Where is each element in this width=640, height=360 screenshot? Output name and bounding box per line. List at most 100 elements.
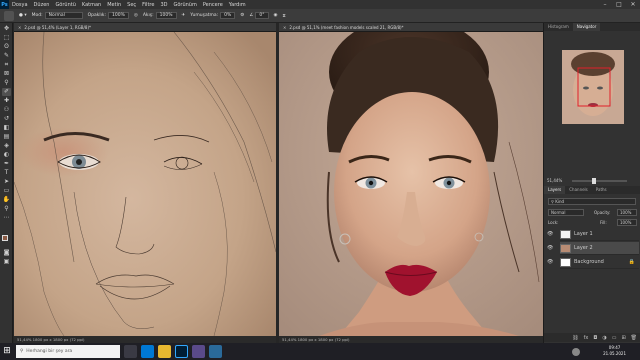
menu-file[interactable]: Dosya bbox=[12, 2, 28, 8]
more-tools-icon[interactable]: ⋯ bbox=[2, 214, 11, 222]
quick-select-tool-icon[interactable]: ✎ bbox=[2, 52, 11, 60]
layer-filter[interactable]: ⚲ Kind bbox=[548, 198, 636, 205]
screen-mode-icon[interactable]: ▣ bbox=[2, 258, 11, 266]
link-layers-icon[interactable]: ⛓ bbox=[572, 335, 578, 341]
hand-tool-icon[interactable]: ✋ bbox=[2, 196, 11, 204]
delete-layer-icon[interactable]: 🗑 bbox=[631, 335, 637, 341]
menu-help[interactable]: Yardım bbox=[229, 2, 246, 8]
eyedropper-tool-icon[interactable]: ⚲ bbox=[2, 79, 11, 87]
file-explorer-icon[interactable] bbox=[158, 345, 171, 358]
photoshop-taskbar-icon[interactable] bbox=[175, 345, 188, 358]
app-icon[interactable] bbox=[192, 345, 205, 358]
visibility-eye-icon[interactable]: 👁 bbox=[547, 242, 555, 255]
frame-tool-icon[interactable]: ⊠ bbox=[2, 70, 11, 78]
navigator-tabs: Histogram Navigator bbox=[544, 23, 640, 31]
new-group-icon[interactable]: ▭ bbox=[612, 335, 617, 341]
zoom-slider[interactable] bbox=[572, 178, 627, 184]
menu-layer[interactable]: Katman bbox=[82, 2, 101, 8]
visibility-eye-icon[interactable]: 👁 bbox=[547, 228, 555, 241]
maximize-icon[interactable]: □ bbox=[612, 0, 626, 9]
add-mask-icon[interactable]: ◘ bbox=[593, 335, 597, 341]
pen-tool-icon[interactable]: ✒ bbox=[2, 160, 11, 168]
document-tab-sketch[interactable]: ✕ 2.psd @ 51,4% (Layer 1, RGB/8)* bbox=[14, 23, 276, 32]
taskbar-clock[interactable]: 09:47 21.05.2021 bbox=[603, 345, 626, 357]
tab-layers[interactable]: Layers bbox=[544, 186, 566, 194]
brush-tool-preset-icon[interactable] bbox=[4, 10, 14, 21]
zoom-percentage[interactable]: 51,44% bbox=[547, 178, 562, 183]
airbrush-icon[interactable]: ✈ bbox=[182, 13, 186, 18]
foreground-color-swatch[interactable] bbox=[2, 235, 8, 241]
menu-image[interactable]: Görüntü bbox=[55, 2, 75, 8]
brush-tool-icon[interactable]: ✐ bbox=[2, 88, 11, 96]
visibility-eye-icon[interactable]: 👁 bbox=[547, 256, 555, 269]
menu-type[interactable]: Metin bbox=[107, 2, 121, 8]
menu-3d[interactable]: 3D bbox=[160, 2, 167, 8]
search-icon: ⚲ bbox=[20, 349, 24, 354]
pressure-opacity-icon[interactable]: ◎ bbox=[134, 13, 138, 18]
opacity-input[interactable]: 100% bbox=[108, 12, 129, 19]
menu-window[interactable]: Pencere bbox=[203, 2, 223, 8]
adjustment-layer-icon[interactable]: ◑ bbox=[602, 335, 606, 341]
pressure-size-icon[interactable]: ◉ bbox=[274, 13, 278, 18]
fill-input[interactable]: 100% bbox=[617, 219, 637, 226]
gradient-tool-icon[interactable]: ▤ bbox=[2, 133, 11, 141]
close-tab-icon[interactable]: ✕ bbox=[283, 25, 286, 30]
dodge-tool-icon[interactable]: ◐ bbox=[2, 151, 11, 159]
layer-row[interactable]: Layer 2 bbox=[560, 242, 639, 255]
angle-input[interactable]: 0° bbox=[255, 12, 269, 19]
symmetry-icon[interactable]: ⧖ bbox=[282, 13, 285, 19]
status-bar-sketch: 51,44% 1800 px x 1800 px (72 ppi) bbox=[14, 336, 276, 343]
rectangle-tool-icon[interactable]: ▭ bbox=[2, 187, 11, 195]
edge-browser-icon[interactable] bbox=[141, 345, 154, 358]
eraser-tool-icon[interactable]: ◧ bbox=[2, 124, 11, 132]
menu-edit[interactable]: Düzen bbox=[34, 2, 50, 8]
zoom-slider-handle[interactable] bbox=[592, 178, 596, 184]
minimize-icon[interactable]: – bbox=[598, 0, 612, 9]
layer-row[interactable]: Layer 1 bbox=[560, 228, 639, 241]
crop-tool-icon[interactable]: ⌗ bbox=[2, 61, 11, 69]
type-tool-icon[interactable]: T bbox=[2, 169, 11, 177]
brush-size-picker[interactable]: ● ▾ bbox=[19, 13, 27, 18]
status-bar-photo: 51,44% 1800 px x 1800 px (72 ppi) bbox=[279, 336, 543, 343]
document-tab-photo[interactable]: ✕ 2.psd @ 51,1% (meet fashion models scal… bbox=[279, 23, 543, 32]
fx-icon[interactable]: fx bbox=[584, 335, 589, 341]
history-brush-tool-icon[interactable]: ↺ bbox=[2, 115, 11, 123]
menu-select[interactable]: Seç bbox=[127, 2, 136, 8]
close-tab-icon[interactable]: ✕ bbox=[18, 25, 21, 30]
close-icon[interactable]: ✕ bbox=[626, 0, 640, 9]
healing-tool-icon[interactable]: ✚ bbox=[2, 97, 11, 105]
zoom-tool-icon[interactable]: ⚲ bbox=[2, 205, 11, 213]
quick-mask-icon[interactable]: ◙ bbox=[2, 249, 11, 257]
mode-select[interactable]: Normal bbox=[44, 12, 83, 19]
flow-input[interactable]: 100% bbox=[155, 12, 177, 19]
path-select-tool-icon[interactable]: ➤ bbox=[2, 178, 11, 186]
menu-view[interactable]: Görünüm bbox=[173, 2, 196, 8]
move-tool-icon[interactable]: ✥ bbox=[2, 25, 11, 33]
navigator-thumbnail[interactable] bbox=[562, 50, 624, 124]
layer-name: Background bbox=[574, 259, 604, 265]
blend-mode-select[interactable]: Normal bbox=[548, 209, 584, 216]
blur-tool-icon[interactable]: ◈ bbox=[2, 142, 11, 150]
menu-filter[interactable]: Filtre bbox=[142, 2, 154, 8]
layer-thumbnail bbox=[560, 257, 571, 267]
clone-stamp-tool-icon[interactable]: ⚇ bbox=[2, 106, 11, 114]
right-panels: Histogram Navigator 51,44% Layers Channe… bbox=[543, 23, 640, 343]
windows-start-icon[interactable]: ⊞ bbox=[0, 343, 14, 360]
tab-paths[interactable]: Paths bbox=[592, 186, 611, 194]
lasso-tool-icon[interactable]: ʘ bbox=[2, 43, 11, 51]
app-icon[interactable] bbox=[209, 345, 222, 358]
task-view-icon[interactable] bbox=[124, 345, 137, 358]
taskbar-search[interactable]: ⚲ Herhangi bir şey ara bbox=[16, 345, 120, 358]
tab-channels[interactable]: Channels bbox=[565, 186, 592, 194]
canvas-sketch[interactable] bbox=[14, 32, 276, 336]
canvas-photo[interactable] bbox=[279, 32, 543, 336]
notification-avatar[interactable] bbox=[572, 348, 580, 356]
tab-histogram[interactable]: Histogram bbox=[544, 23, 573, 31]
layer-row[interactable]: Background 🔒 bbox=[560, 256, 639, 269]
new-layer-icon[interactable]: ⊞ bbox=[621, 335, 625, 341]
tab-navigator[interactable]: Navigator bbox=[572, 23, 601, 31]
smoothing-input[interactable]: 0% bbox=[220, 12, 236, 19]
marquee-tool-icon[interactable]: ⬚ bbox=[2, 34, 11, 42]
smoothing-settings-icon[interactable]: ⚙ bbox=[240, 13, 244, 18]
layer-opacity-input[interactable]: 100% bbox=[617, 209, 637, 216]
